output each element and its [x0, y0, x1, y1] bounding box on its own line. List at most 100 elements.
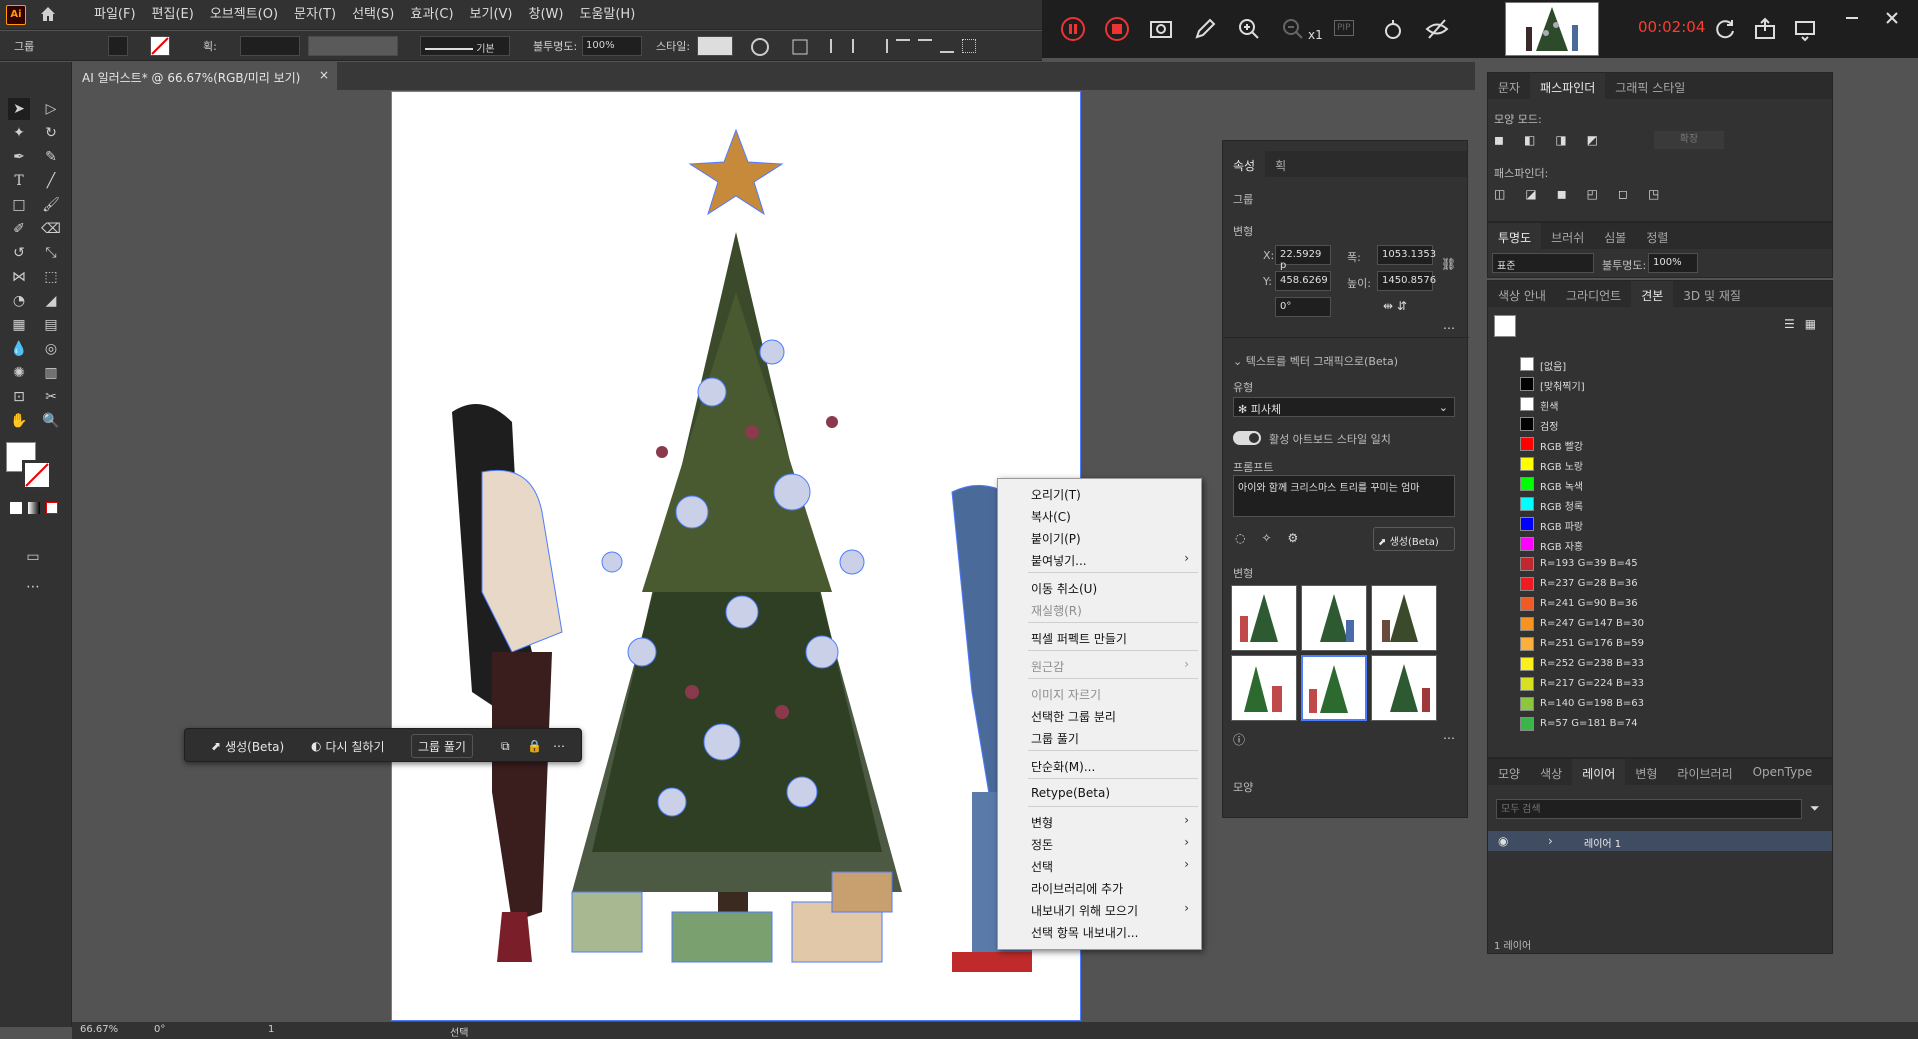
settings-dropdown-icon[interactable]: [1792, 16, 1818, 42]
effects-icon[interactable]: ✧: [1261, 531, 1271, 545]
align-to-icon[interactable]: [790, 37, 810, 57]
opacity-input[interactable]: 100%: [1648, 253, 1698, 273]
menu-item-select[interactable]: 선택 ›: [998, 855, 1201, 876]
expand-layer-icon[interactable]: ›: [1548, 834, 1553, 848]
graph-tool-icon[interactable]: ▥: [40, 362, 62, 384]
line-tool-icon[interactable]: ╱: [40, 170, 62, 192]
zoom-level[interactable]: 66.67%: [80, 1024, 118, 1035]
grid-view-icon[interactable]: ▦: [1805, 317, 1816, 331]
close-tab-icon[interactable]: ×: [319, 68, 329, 82]
home-icon[interactable]: [38, 4, 58, 24]
curvature-tool-icon[interactable]: ✎: [40, 146, 62, 168]
variation-thumbnail[interactable]: [1231, 655, 1297, 721]
menu-item-simplify[interactable]: 단순화(M)...: [998, 755, 1201, 776]
lock-icon[interactable]: 🔒: [521, 734, 548, 758]
menu-item-cut[interactable]: 오리기(T): [998, 483, 1201, 504]
zoom-out-icon[interactable]: [1280, 16, 1306, 42]
shaper-tool-icon[interactable]: ✐: [8, 218, 30, 240]
more-options-icon[interactable]: ⋯: [547, 734, 571, 758]
menu-item-undo[interactable]: 이동 취소(U): [998, 577, 1201, 598]
tab-transparency[interactable]: 투명도: [1488, 223, 1542, 249]
swatch-row[interactable]: R=241 G=90 B=36: [1498, 594, 1818, 614]
eye-hide-icon[interactable]: [1424, 16, 1450, 42]
tab-color[interactable]: 색상: [1530, 759, 1572, 785]
tab-pathfinder[interactable]: 패스파인더: [1530, 73, 1606, 99]
duplicate-icon[interactable]: ⧉: [495, 734, 516, 758]
refresh-icon[interactable]: [1712, 16, 1738, 42]
tab-character[interactable]: 문자: [1488, 73, 1530, 99]
list-view-icon[interactable]: ☰: [1784, 317, 1795, 331]
menu-item-collect-for-export[interactable]: 내보내기 위해 모으기 ›: [998, 899, 1201, 920]
opacity-input[interactable]: 100%: [582, 36, 642, 56]
stroke-weight-input[interactable]: [240, 36, 300, 56]
swatch-row[interactable]: R=57 G=181 B=74: [1498, 714, 1818, 734]
menu-edit[interactable]: 편집(E): [144, 0, 202, 30]
swatch-row[interactable]: RGB 자홍: [1498, 534, 1818, 554]
stroke-color-box[interactable]: [22, 460, 52, 490]
scale-tool-icon[interactable]: ⤡: [40, 242, 62, 264]
menu-help[interactable]: 도움말(H): [571, 0, 643, 30]
lasso-tool-icon[interactable]: ↻: [40, 122, 62, 144]
settings-icon[interactable]: ⚙: [1288, 531, 1299, 545]
rotation-angle[interactable]: 0°: [154, 1024, 165, 1035]
export-icon[interactable]: [1752, 16, 1778, 42]
transform-icon[interactable]: [962, 39, 976, 53]
menu-effect[interactable]: 효과(C): [402, 0, 461, 30]
perspective-grid-icon[interactable]: ◢: [40, 290, 62, 312]
selection-tool-icon[interactable]: ➤: [8, 98, 30, 120]
pen-tool-icon[interactable]: ✒: [8, 146, 30, 168]
variation-thumbnail[interactable]: [1371, 585, 1437, 651]
none-icon[interactable]: [46, 502, 58, 514]
collapse-icon[interactable]: [1844, 10, 1860, 26]
recolor-button[interactable]: ◐ 다시 칠하기: [305, 734, 391, 758]
more-options-icon[interactable]: ⋯: [1443, 731, 1455, 745]
graphic-style-picker[interactable]: [697, 36, 733, 56]
menu-item-export-selection[interactable]: 선택 항목 내보내기...: [998, 921, 1201, 942]
variation-thumbnail[interactable]: [1301, 585, 1367, 651]
tab-transform[interactable]: 변형: [1625, 759, 1667, 785]
eraser-tool-icon[interactable]: ⌫: [40, 218, 62, 240]
menu-window[interactable]: 창(W): [521, 0, 572, 30]
zoom-in-icon[interactable]: [1236, 16, 1262, 42]
rectangle-tool-icon[interactable]: □: [8, 194, 30, 216]
info-icon[interactable]: ⓘ: [1233, 731, 1245, 748]
divide-icon[interactable]: ◫: [1494, 187, 1505, 201]
stop-icon[interactable]: [1104, 16, 1130, 42]
align-right-icon[interactable]: [874, 39, 888, 53]
swatch-row[interactable]: 검정: [1498, 414, 1818, 434]
color-icon[interactable]: [10, 502, 22, 514]
merge-icon[interactable]: ◼: [1557, 187, 1567, 201]
text-to-vector-header[interactable]: ⌄ 텍스트를 벡터 그래픽으로(Beta): [1233, 353, 1398, 369]
layer-row[interactable]: ◉ › 레이어 1: [1488, 831, 1832, 851]
reference-icon[interactable]: ◌: [1235, 531, 1245, 545]
menu-view[interactable]: 보기(V): [462, 0, 521, 30]
tab-symbols[interactable]: 심볼: [1594, 223, 1636, 249]
swatch-row[interactable]: [없음]: [1498, 354, 1818, 374]
stroke-swatch[interactable]: [150, 36, 170, 56]
swatch-row[interactable]: RGB 녹색: [1498, 474, 1818, 494]
generate-beta-button[interactable]: ⬈ 생성(Beta): [1373, 527, 1455, 551]
rotate-tool-icon[interactable]: ↺: [8, 242, 30, 264]
swatch-row[interactable]: R=237 G=28 B=36: [1498, 574, 1818, 594]
swatch-row[interactable]: R=217 G=224 B=33: [1498, 674, 1818, 694]
swatch-row[interactable]: RGB 청록: [1498, 494, 1818, 514]
width-input[interactable]: 1053.1353: [1377, 245, 1436, 265]
align-bottom-icon[interactable]: [940, 39, 954, 53]
layer-search-input[interactable]: [1496, 799, 1802, 819]
symbol-sprayer-icon[interactable]: ✺: [8, 362, 30, 384]
tab-stroke[interactable]: 획: [1265, 151, 1296, 177]
exclude-icon[interactable]: ◩: [1587, 133, 1598, 147]
tab-layers[interactable]: 레이어: [1572, 759, 1626, 785]
prompt-textarea[interactable]: 아이와 함께 크리스마스 트리를 꾸미는 엄마: [1233, 475, 1455, 517]
gradient-icon[interactable]: [28, 502, 40, 514]
recolor-icon[interactable]: [750, 37, 770, 57]
swatch-row[interactable]: R=251 G=176 B=59: [1498, 634, 1818, 654]
align-left-icon[interactable]: [830, 39, 844, 53]
tab-properties[interactable]: 속성: [1223, 151, 1266, 177]
variation-thumbnail[interactable]: [1371, 655, 1437, 721]
menu-select[interactable]: 선택(S): [344, 0, 402, 30]
ungroup-button[interactable]: 그룹 풀기: [411, 734, 473, 758]
tab-gradient[interactable]: 그라디언트: [1556, 281, 1631, 307]
tab-swatches[interactable]: 견본: [1631, 281, 1674, 307]
current-fill-stroke[interactable]: [1494, 315, 1516, 337]
